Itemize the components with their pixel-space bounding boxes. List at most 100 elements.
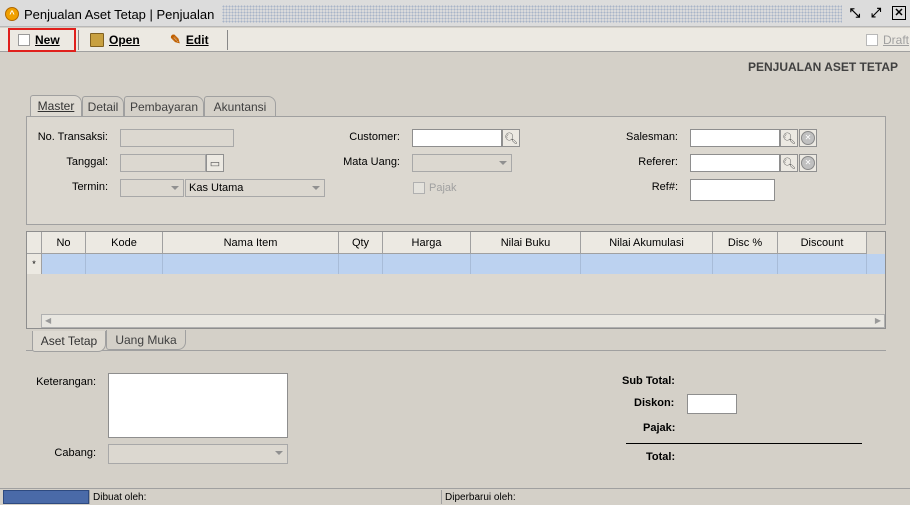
salesman-input[interactable] — [690, 129, 780, 147]
toolbar-separator — [227, 30, 228, 50]
table-row[interactable]: * — [27, 254, 885, 274]
termin-label: Termin: — [71, 181, 108, 193]
keterangan-textarea[interactable] — [108, 373, 288, 438]
grid-cell[interactable] — [86, 254, 163, 274]
tab-pembayaran-label: Pembayaran — [129, 99, 199, 114]
pajak-checkbox[interactable]: Pajak — [413, 182, 457, 194]
kas-select-value: Kas Utama — [189, 182, 244, 194]
tanggal-input[interactable] — [120, 154, 206, 172]
chevron-down-icon — [171, 186, 179, 190]
column-header[interactable]: Kode — [86, 232, 163, 254]
tab-detail[interactable]: Detail — [82, 96, 124, 116]
column-header[interactable]: Nama Item — [163, 232, 339, 254]
sub-total-label: Sub Total: — [622, 375, 675, 387]
grid-indicator-header — [27, 232, 42, 254]
edit-button[interactable]: ✎ Edit — [170, 28, 209, 52]
tab-detail-label: Detail — [87, 99, 119, 114]
tab-pembayaran[interactable]: Pembayaran — [124, 96, 204, 116]
column-header[interactable]: Nilai Buku — [471, 232, 581, 254]
new-document-icon — [18, 34, 30, 46]
search-icon[interactable]: 🔍︎ — [780, 129, 798, 147]
grid-cell[interactable] — [471, 254, 581, 274]
referer-input[interactable] — [690, 154, 780, 172]
diskon-label: Diskon: — [634, 397, 675, 409]
status-updated-by: Diperbarui oleh: — [441, 490, 906, 504]
draft-label: Draft — [883, 33, 910, 47]
pajak-total-label: Pajak: — [643, 422, 676, 434]
ref-input[interactable] — [690, 179, 775, 201]
calendar-icon[interactable]: ▭ — [206, 154, 224, 172]
form-title: PENJUALAN ASET TETAP — [747, 60, 898, 74]
new-button[interactable]: New — [18, 28, 60, 52]
tab-master[interactable]: Master — [30, 95, 82, 116]
clear-icon[interactable]: ✕ — [799, 154, 817, 172]
no-transaksi-input[interactable] — [120, 129, 234, 147]
column-header[interactable]: Discount — [778, 232, 867, 254]
scroll-left-icon[interactable]: ◀ — [45, 316, 51, 325]
chevron-down-icon — [312, 186, 320, 190]
horizontal-scrollbar[interactable]: ◀ ▶ — [41, 314, 885, 328]
grid-cell[interactable] — [581, 254, 713, 274]
kas-select[interactable]: Kas Utama — [185, 179, 325, 197]
new-row-marker: * — [27, 254, 42, 274]
customer-input[interactable] — [412, 129, 502, 147]
title-bar-pattern — [222, 5, 842, 23]
grid-cell[interactable] — [339, 254, 383, 274]
open-button-label: Open — [109, 33, 140, 47]
column-header[interactable]: Nilai Akumulasi — [581, 232, 713, 254]
pencil-icon: ✎ — [170, 32, 181, 47]
folder-icon — [90, 33, 104, 47]
termin-select[interactable] — [120, 179, 184, 197]
status-created-by: Dibuat oleh: — [89, 490, 441, 504]
column-header[interactable]: Harga — [383, 232, 471, 254]
updated-by-label: Diperbarui oleh: — [445, 491, 516, 503]
grid-cell[interactable] — [383, 254, 471, 274]
chevron-down-icon — [499, 161, 507, 165]
tab-master-label: Master — [37, 99, 75, 113]
tab-akuntansi-label: Akuntansi — [213, 99, 267, 114]
keterangan-label: Keterangan: — [36, 376, 96, 388]
restore-icon[interactable]: ⤡ — [847, 5, 863, 21]
edit-button-label: Edit — [185, 33, 209, 47]
pajak-checkbox-box[interactable] — [413, 182, 425, 194]
scroll-right-icon[interactable]: ▶ — [875, 316, 881, 325]
no-transaksi-label: No. Transaksi: — [37, 131, 108, 143]
subtab-uang-muka[interactable]: Uang Muka — [106, 330, 186, 350]
tab-akuntansi[interactable]: Akuntansi — [204, 96, 276, 116]
subtab-divider — [26, 350, 886, 351]
column-header[interactable]: Qty — [339, 232, 383, 254]
clear-icon[interactable]: ✕ — [799, 129, 817, 147]
tanggal-label: Tanggal: — [66, 156, 108, 168]
grid-cell[interactable] — [163, 254, 339, 274]
grid-cell[interactable] — [713, 254, 778, 274]
status-progress — [3, 490, 89, 504]
search-icon[interactable]: 🔍︎ — [502, 129, 520, 147]
diskon-input[interactable] — [687, 394, 737, 414]
subtab-aset-tetap[interactable]: Aset Tetap — [32, 331, 106, 352]
cabang-select[interactable] — [108, 444, 288, 464]
grid-cell[interactable] — [42, 254, 86, 274]
mata-uang-label: Mata Uang: — [343, 156, 400, 168]
draft-checkbox-box[interactable] — [866, 34, 878, 46]
window-title: Penjualan Aset Tetap | Penjualan — [24, 7, 215, 22]
cabang-label: Cabang: — [54, 447, 96, 459]
draft-checkbox[interactable]: Draft — [866, 28, 909, 52]
open-button[interactable]: Open — [90, 28, 140, 52]
items-grid: No Kode Nama Item Qty Harga Nilai Buku N… — [26, 231, 886, 329]
chevron-down-icon — [275, 451, 283, 455]
grid-header: No Kode Nama Item Qty Harga Nilai Buku N… — [27, 232, 867, 254]
ref-label: Ref#: — [651, 181, 678, 193]
mata-uang-select[interactable] — [412, 154, 512, 172]
close-icon[interactable]: ✕ — [892, 6, 906, 20]
column-header[interactable]: No — [42, 232, 86, 254]
subtab-uang-muka-label: Uang Muka — [115, 332, 177, 347]
grid-cell[interactable] — [778, 254, 867, 274]
customer-label: Customer: — [349, 131, 400, 143]
pajak-checkbox-label: Pajak — [429, 182, 457, 194]
column-header[interactable]: Disc % — [713, 232, 778, 254]
search-icon[interactable]: 🔍︎ — [780, 154, 798, 172]
toolbar-separator — [78, 30, 79, 50]
created-by-label: Dibuat oleh: — [93, 491, 147, 503]
maximize-icon[interactable]: ⤢ — [868, 5, 884, 21]
app-icon: ^ — [5, 7, 19, 21]
